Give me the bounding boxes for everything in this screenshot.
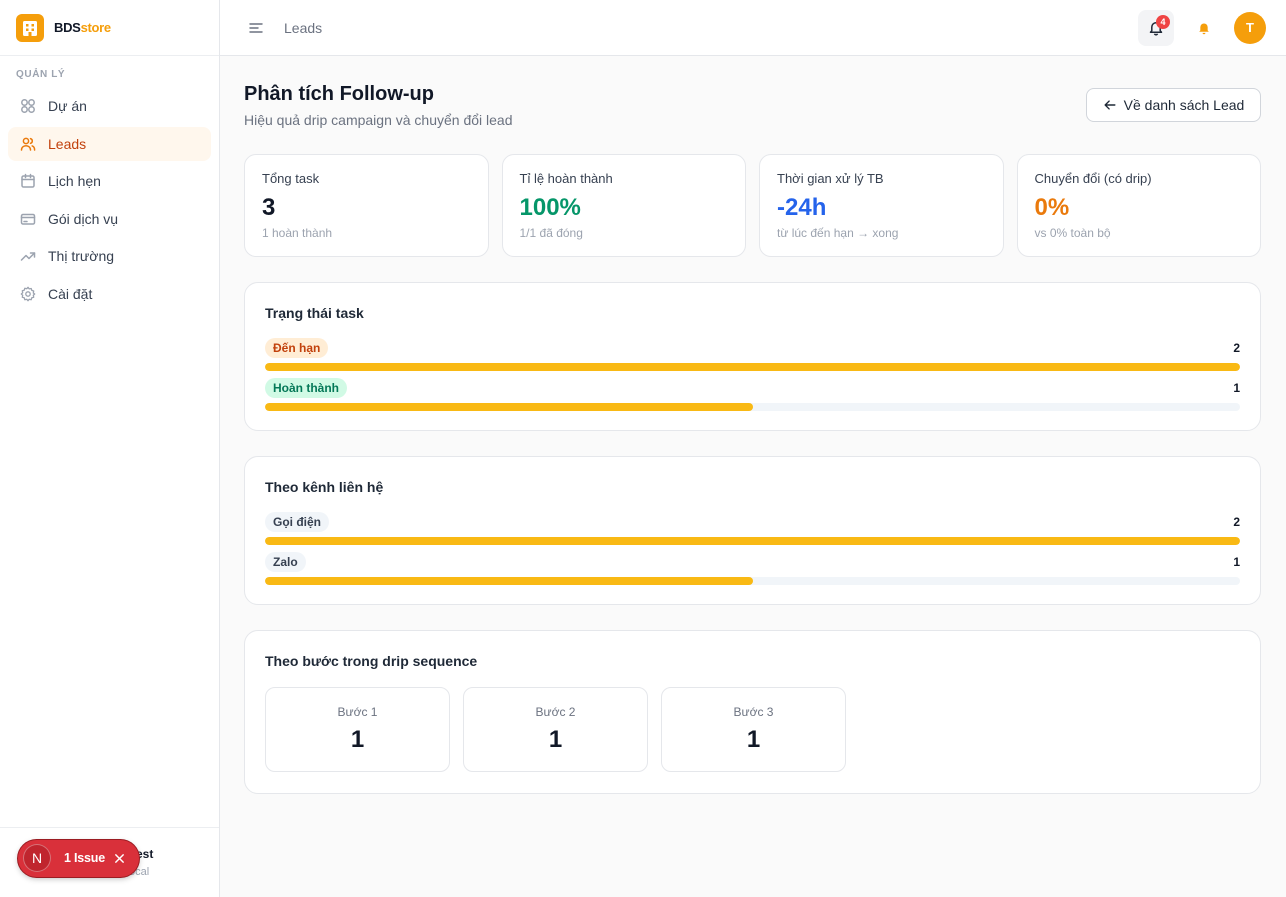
stat-value: 100% bbox=[519, 194, 581, 221]
stat-value: 0% bbox=[1034, 194, 1070, 221]
dev-issues-indicator[interactable]: N 1 Issue bbox=[18, 840, 139, 877]
settings-icon bbox=[20, 286, 36, 302]
stat-sub: 1 hoàn thành bbox=[262, 226, 333, 240]
bell-filled-icon[interactable] bbox=[1197, 21, 1211, 35]
building-icon bbox=[16, 14, 44, 42]
sidebar: BDSstore QUẢN LÝ Dự án Leads Lịch hẹn Gó… bbox=[0, 0, 220, 897]
channel-badge: Gọi điện bbox=[265, 512, 329, 532]
progress-fill bbox=[265, 577, 753, 585]
stats-row: Tổng task 3 1 hoàn thành Tỉ lệ hoàn thàn… bbox=[244, 154, 1261, 257]
users-icon bbox=[20, 136, 36, 152]
stat-card-total-tasks: Tổng task 3 1 hoàn thành bbox=[244, 154, 489, 257]
stat-sub: vs 0% toàn bộ bbox=[1034, 226, 1111, 240]
sidebar-item-label: Cài đặt bbox=[48, 285, 93, 302]
channel-count: 2 bbox=[1233, 515, 1240, 529]
step-label: Bước 2 bbox=[535, 705, 576, 719]
sidebar-item-lich-hen[interactable]: Lịch hẹn bbox=[8, 164, 211, 198]
step-label: Bước 1 bbox=[337, 705, 378, 719]
sidebar-section-label: QUẢN LÝ bbox=[16, 69, 66, 80]
step-value: 1 bbox=[746, 726, 761, 753]
page-subtitle: Hiệu quả drip campaign và chuyển đổi lea… bbox=[244, 112, 513, 128]
stat-card-completion-rate: Tỉ lệ hoàn thành 100% 1/1 đã đóng bbox=[501, 154, 746, 257]
stat-value: 3 bbox=[262, 194, 276, 221]
sidebar-item-thi-truong[interactable]: Thị trường bbox=[8, 239, 211, 273]
task-status-panel: Trạng thái task Đến hạn 2 Hoàn thành 1 bbox=[244, 282, 1261, 431]
credit-card-icon bbox=[20, 211, 36, 227]
status-count: 2 bbox=[1233, 341, 1240, 355]
progress-fill bbox=[265, 537, 1240, 545]
stat-value: -24h bbox=[777, 194, 827, 221]
status-count: 1 bbox=[1233, 381, 1240, 395]
progress-track bbox=[265, 537, 1240, 545]
step-card: Bước 1 1 bbox=[265, 687, 450, 772]
user-avatar-button[interactable]: T bbox=[1234, 12, 1266, 44]
step-value: 1 bbox=[548, 726, 563, 753]
stat-sub: từ lúc đến hạn → xong bbox=[777, 226, 899, 240]
calendar-icon bbox=[20, 173, 36, 189]
sidebar-item-goi-dich-vu[interactable]: Gói dịch vụ bbox=[8, 202, 211, 236]
issues-label[interactable]: 1 Issue bbox=[64, 851, 105, 866]
top-header: Leads 4 T bbox=[220, 0, 1286, 56]
sidebar-item-label: Thị trường bbox=[48, 248, 115, 265]
progress-fill bbox=[265, 363, 1240, 371]
status-row: Hoàn thành 1 bbox=[265, 378, 1240, 411]
trending-up-icon bbox=[20, 248, 36, 264]
grid-icon bbox=[20, 98, 36, 114]
contact-channel-panel: Theo kênh liên hệ Gọi điện 2 Zalo 1 bbox=[244, 456, 1261, 605]
steps-grid: Bước 1 1 Bước 2 1 Bước 3 1 bbox=[265, 687, 1240, 772]
channel-count: 1 bbox=[1233, 555, 1240, 569]
brand-name: BDSstore bbox=[54, 20, 111, 36]
nextjs-logo-icon: N bbox=[23, 844, 51, 872]
panel-title: Trạng thái task bbox=[265, 305, 364, 321]
status-badge: Đến hạn bbox=[265, 338, 329, 358]
step-value: 1 bbox=[350, 726, 365, 753]
sidebar-item-leads[interactable]: Leads bbox=[8, 126, 211, 161]
step-label: Bước 3 bbox=[733, 705, 774, 719]
status-row: Đến hạn 2 bbox=[265, 338, 1240, 371]
notifications-button[interactable]: 4 bbox=[1138, 10, 1174, 46]
close-icon[interactable] bbox=[114, 853, 125, 864]
back-to-leads-button[interactable]: Về danh sách Lead bbox=[1086, 88, 1261, 122]
step-card: Bước 3 1 bbox=[661, 687, 846, 772]
menu-toggle-icon[interactable] bbox=[248, 20, 264, 36]
brand-name-primary: BDS bbox=[54, 20, 81, 35]
channel-badge: Zalo bbox=[265, 552, 306, 572]
sidebar-item-label: Lịch hẹn bbox=[48, 173, 101, 190]
stat-card-drip-conversion: Chuyển đổi (có drip) 0% vs 0% toàn bộ bbox=[1016, 154, 1261, 257]
stat-sub: 1/1 đã đóng bbox=[519, 226, 583, 240]
sidebar-item-du-an[interactable]: Dự án bbox=[8, 89, 211, 123]
stat-label: Thời gian xử lý TB bbox=[777, 171, 884, 186]
progress-fill bbox=[265, 403, 753, 411]
back-button-label: Về danh sách Lead bbox=[1123, 97, 1245, 113]
step-card: Bước 2 1 bbox=[463, 687, 648, 772]
arrow-left-icon bbox=[1103, 98, 1117, 112]
channel-row: Gọi điện 2 bbox=[265, 512, 1240, 545]
breadcrumb: Leads bbox=[284, 20, 323, 36]
panel-title: Theo bước trong drip sequence bbox=[265, 653, 478, 669]
progress-track bbox=[265, 403, 1240, 411]
stat-label: Chuyển đổi (có drip) bbox=[1034, 171, 1152, 186]
stat-label: Tỉ lệ hoàn thành bbox=[519, 171, 613, 186]
notification-count-badge: 4 bbox=[1156, 15, 1170, 29]
sidebar-item-label: Gói dịch vụ bbox=[48, 210, 119, 227]
stat-label: Tổng task bbox=[262, 171, 320, 186]
sidebar-item-cai-dat[interactable]: Cài đặt bbox=[8, 277, 211, 311]
stat-card-avg-handling-time: Thời gian xử lý TB -24h từ lúc đến hạn →… bbox=[759, 154, 1004, 257]
status-badge: Hoàn thành bbox=[265, 378, 347, 398]
brand[interactable]: BDSstore bbox=[0, 0, 219, 56]
sidebar-item-label: Leads bbox=[48, 135, 87, 152]
sidebar-nav: Dự án Leads Lịch hẹn Gói dịch vụ Thị trư… bbox=[8, 89, 211, 311]
page-title: Phân tích Follow-up bbox=[244, 83, 434, 105]
progress-track bbox=[265, 577, 1240, 585]
sidebar-item-label: Dự án bbox=[48, 98, 87, 114]
drip-steps-panel: Theo bước trong drip sequence Bước 1 1 B… bbox=[244, 630, 1261, 794]
panel-title: Theo kênh liên hệ bbox=[265, 479, 384, 495]
channel-row: Zalo 1 bbox=[265, 552, 1240, 585]
progress-track bbox=[265, 363, 1240, 371]
brand-name-accent: store bbox=[80, 20, 112, 35]
